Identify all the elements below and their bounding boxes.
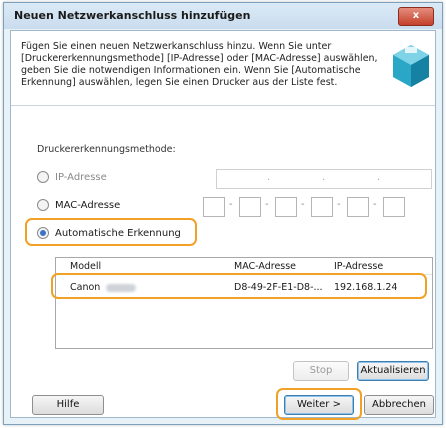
mac-separator: - <box>337 199 341 210</box>
separator <box>11 105 435 106</box>
network-printer-icon <box>393 45 429 87</box>
mac-separator: - <box>229 199 233 210</box>
highlight-printer-row <box>51 273 427 299</box>
stop-button[interactable]: Stop <box>293 361 349 381</box>
dialog-body: Fügen Sie einen neuen Netzwerkanschluss … <box>10 30 436 418</box>
close-button[interactable]: x <box>398 7 434 26</box>
radio-label: IP-Adresse <box>55 171 107 183</box>
radio-button[interactable] <box>37 199 49 211</box>
mac-separator: - <box>301 199 305 210</box>
detection-method-label: Druckererkennungsmethode: <box>37 144 176 155</box>
refresh-button[interactable]: Aktualisieren <box>357 361 429 381</box>
close-icon: x <box>412 10 420 21</box>
description-text: Fügen Sie einen neuen Netzwerkanschluss … <box>21 41 378 88</box>
help-button[interactable]: Hilfe <box>32 395 104 415</box>
ip-address-input[interactable]: . . . <box>216 169 432 189</box>
dialog-title: Neuen Netzwerkanschluss hinzufügen <box>14 9 251 22</box>
mac-octet-input-2[interactable] <box>239 197 261 217</box>
mac-octet-input-4[interactable] <box>311 197 333 217</box>
ip-separator: . <box>377 172 381 183</box>
mac-octet-input-5[interactable] <box>347 197 369 217</box>
printer-list[interactable]: Modell MAC-Adresse IP-Adresse Canon D8-4… <box>55 257 433 349</box>
mac-separator: - <box>373 199 377 210</box>
mac-octet-input-6[interactable] <box>383 197 405 217</box>
highlight-automatic-detection <box>25 218 197 246</box>
ip-separator: . <box>322 172 326 183</box>
cancel-button[interactable]: Abbrechen <box>364 395 434 415</box>
column-header-model[interactable]: Modell <box>70 261 101 272</box>
radio-mac-address[interactable]: MAC-Adresse <box>37 199 120 211</box>
ip-separator: . <box>267 172 271 183</box>
mac-octet-input-3[interactable] <box>275 197 297 217</box>
radio-label: MAC-Adresse <box>55 199 121 211</box>
column-header-ip[interactable]: IP-Adresse <box>334 261 383 272</box>
radio-ip-address[interactable]: IP-Adresse <box>37 171 107 183</box>
column-header-mac[interactable]: MAC-Adresse <box>234 261 296 272</box>
dialog-window: Neuen Netzwerkanschluss hinzufügen x Füg… <box>3 2 443 425</box>
title-bar: Neuen Netzwerkanschluss hinzufügen x <box>4 3 442 29</box>
mac-octet-input-1[interactable] <box>203 197 225 217</box>
radio-button[interactable] <box>37 171 49 183</box>
highlight-next-button <box>276 388 362 420</box>
mac-separator: - <box>265 199 269 210</box>
